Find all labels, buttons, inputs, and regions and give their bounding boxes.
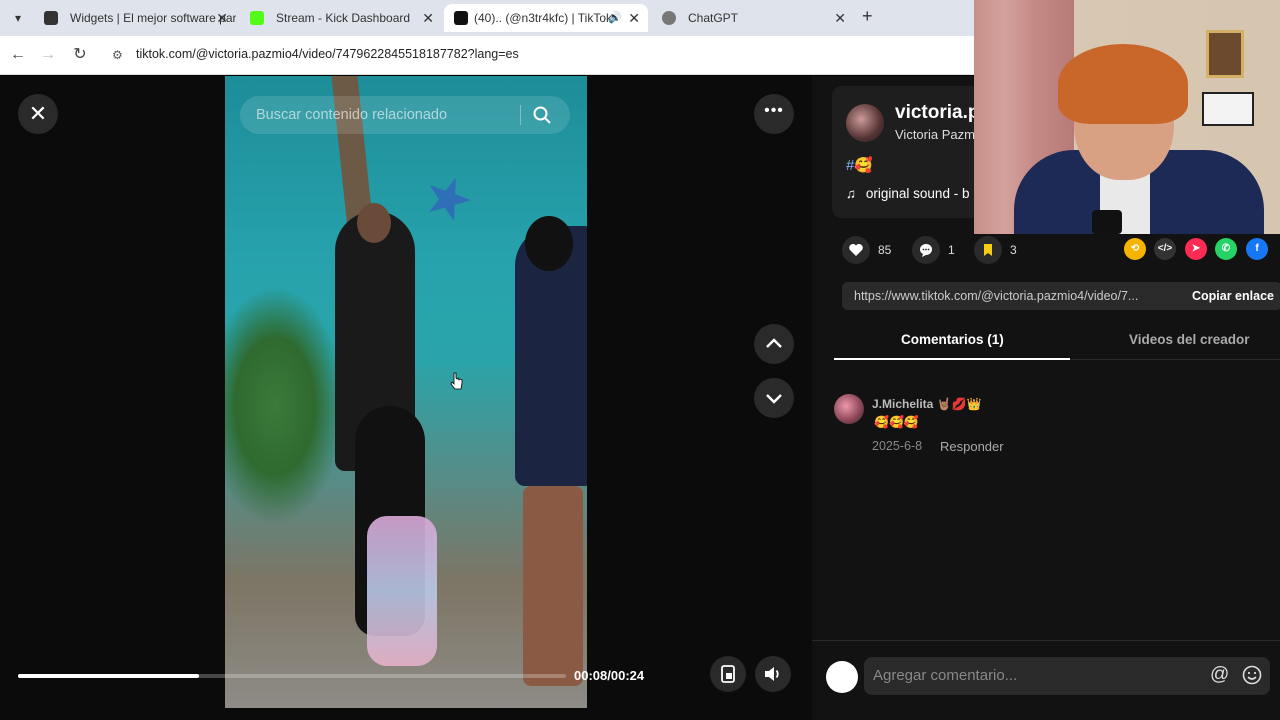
tab-tiktok[interactable]: (40).. (@n3tr4kfc) | TikTok 🔊 ✕ [444, 4, 648, 32]
active-tab-indicator [834, 358, 1070, 360]
related-search-input[interactable]: Buscar contenido relacionado [240, 96, 570, 134]
chevron-up-icon [766, 338, 782, 348]
webcam-whiteboard [1202, 92, 1254, 126]
video-scene-child [355, 406, 437, 686]
comment-count: 1 [948, 243, 955, 257]
commenter-username[interactable]: J.Michelita 🤘🏽💋👑 [872, 397, 982, 411]
like-count: 85 [878, 243, 892, 257]
floating-player-button[interactable] [710, 656, 746, 692]
video-description: #🥰 [846, 156, 873, 174]
creator-nickname: Victoria Pazm [895, 127, 975, 142]
comment-text: 🥰🥰🥰 [874, 415, 919, 429]
video-stage: Buscar contenido relacionado ✕ ••• 00:08… [0, 76, 812, 720]
description-emoji: 🥰 [854, 157, 874, 174]
more-options-icon[interactable]: ••• [754, 94, 794, 134]
chatgpt-favicon-icon [662, 11, 676, 25]
video-time: 00:08/00:24 [574, 668, 645, 683]
whatsapp-icon[interactable]: ✆ [1215, 238, 1237, 260]
video-progress-bar[interactable] [18, 674, 566, 678]
commenter-avatar[interactable] [834, 394, 864, 424]
music-note-icon: ♫ [846, 186, 857, 201]
webcam-overlay [974, 0, 1280, 234]
webcam-person-hair [1058, 44, 1188, 124]
tab-title: Stream - Kick Dashboard [276, 11, 411, 25]
tab-close-icon[interactable]: ✕ [628, 4, 640, 32]
tab-title: (40).. (@n3tr4kfc) | TikTok [474, 11, 612, 25]
tab-creator-videos[interactable]: Videos del creador [1129, 332, 1250, 347]
previous-video-button[interactable] [754, 324, 794, 364]
comment-item: J.Michelita 🤘🏽💋👑 🥰🥰🥰 2025-6-8 Responder [834, 394, 1274, 464]
mouse-pointer-icon [450, 372, 463, 390]
add-comment-input[interactable]: Agregar comentario... @ [864, 657, 1270, 695]
creator-username[interactable]: victoria.p [895, 102, 979, 124]
new-tab-icon[interactable]: + [862, 6, 873, 27]
tab-close-icon[interactable]: ✕ [834, 4, 846, 32]
copy-link-button[interactable]: Copiar enlace [1192, 289, 1274, 303]
tab-audio-icon[interactable]: 🔊 [608, 4, 622, 32]
site-info-icon[interactable]: ⚙ [112, 48, 123, 62]
tab-close-icon[interactable]: ✕ [216, 4, 228, 32]
next-video-button[interactable] [754, 378, 794, 418]
volume-button[interactable] [755, 656, 791, 692]
save-count: 3 [1010, 243, 1017, 257]
tab-close-icon[interactable]: ✕ [422, 4, 434, 32]
facebook-icon[interactable]: f [1246, 238, 1268, 260]
webcam-wall-portrait [1206, 30, 1244, 78]
webcam-microphone [1092, 210, 1122, 234]
sound-link[interactable]: ♫ original sound - b [846, 186, 969, 201]
tab-search-menu-icon[interactable]: ▾ [8, 8, 28, 28]
search-divider [520, 105, 521, 125]
reload-icon[interactable]: ↻ [70, 45, 90, 65]
close-video-button[interactable]: ✕ [18, 94, 58, 134]
tab-widgets[interactable]: Widgets | El mejor software par ✕ [32, 4, 236, 32]
floating-player-icon [721, 665, 735, 683]
related-search-placeholder: Buscar contenido relacionado [256, 107, 448, 123]
comment-icon [920, 244, 932, 257]
volume-icon [765, 667, 779, 681]
tiktok-favicon-icon [454, 11, 468, 25]
send-to-friend-icon[interactable]: ➤ [1185, 238, 1207, 260]
heart-icon [849, 244, 863, 256]
mention-icon[interactable]: @ [1210, 664, 1229, 686]
comment-date: 2025-6-8 [872, 439, 923, 453]
tab-comments[interactable]: Comentarios (1) [901, 332, 1004, 347]
tab-title: ChatGPT [688, 11, 739, 25]
bookmark-icon [984, 244, 992, 256]
url-field[interactable]: ⚙ tiktok.com/@victoria.pazmio4/video/747… [104, 41, 984, 69]
tab-title: Widgets | El mejor software par [70, 11, 236, 25]
reply-button[interactable]: Responder [940, 439, 1004, 454]
comment-composer: Agregar comentario... @ [812, 640, 1280, 720]
video-player[interactable] [225, 76, 587, 708]
kick-favicon-icon [250, 11, 264, 25]
forward-icon[interactable]: → [38, 45, 58, 65]
video-scene-person-right [515, 216, 587, 686]
current-user-avatar [826, 661, 858, 693]
chevron-down-icon [766, 394, 782, 404]
video-scene-plant [225, 286, 345, 526]
repost-icon[interactable]: ⟲ [1124, 238, 1146, 260]
sound-name: original sound - b [865, 186, 970, 201]
video-scene-star-balloon [419, 170, 478, 229]
search-icon[interactable] [532, 105, 552, 125]
panel-tabs: Comentarios (1) Videos del creador [834, 326, 1280, 360]
tab-kick-dashboard[interactable]: Stream - Kick Dashboard ✕ [238, 4, 442, 32]
tab-chatgpt[interactable]: ChatGPT ✕ [650, 4, 854, 32]
video-progress-fill [18, 674, 199, 678]
emoji-icon[interactable] [1242, 665, 1262, 685]
share-link-text[interactable]: https://www.tiktok.com/@victoria.pazmio4… [854, 289, 1138, 303]
back-icon[interactable]: ← [8, 45, 28, 65]
widgets-favicon-icon [44, 11, 58, 25]
creator-avatar[interactable] [846, 104, 884, 142]
embed-icon[interactable]: </> [1154, 238, 1176, 260]
url-text: tiktok.com/@victoria.pazmio4/video/74796… [136, 47, 519, 61]
add-comment-placeholder: Agregar comentario... [873, 667, 1018, 684]
share-link-box: https://www.tiktok.com/@victoria.pazmio4… [842, 282, 1280, 310]
